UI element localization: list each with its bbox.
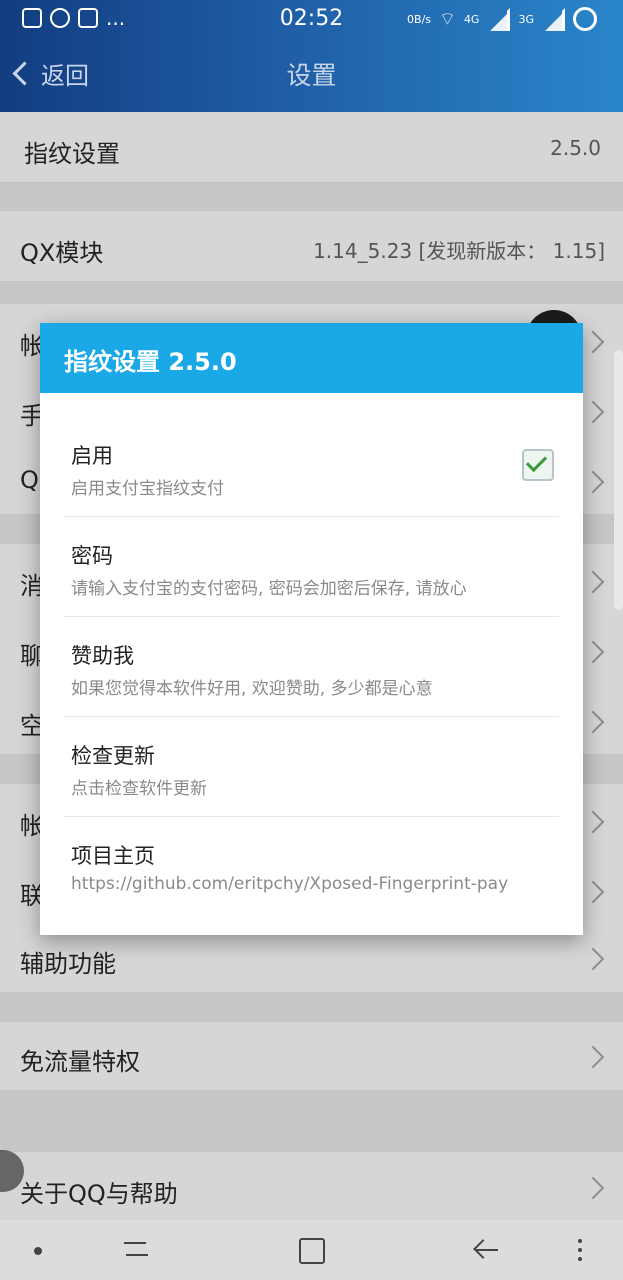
row-label: Q — [20, 466, 39, 494]
home-icon[interactable] — [299, 1238, 325, 1264]
dialog-item-enable[interactable]: 启用 启用支付宝指纹支付 — [64, 416, 559, 517]
item-title: 启用 — [71, 444, 113, 468]
status-bar: ... 02:52 0B/s ⌔ 4G 3G — [0, 0, 623, 38]
nav-dot-icon[interactable] — [34, 1247, 42, 1255]
dialog-title: 指纹设置 2.5.0 — [64, 348, 237, 376]
dialog-header: 指纹设置 2.5.0 — [40, 323, 583, 393]
net-4g-label: 4G — [463, 12, 480, 26]
dialog-item-homepage[interactable]: 项目主页 https://github.com/eritpchy/Xposed-… — [64, 816, 559, 916]
signal-icon-2 — [542, 7, 565, 31]
row-label: 关于QQ与帮助 — [20, 1180, 178, 1208]
item-title: 项目主页 — [71, 844, 155, 868]
wifi-icon: ⌔ — [439, 8, 456, 30]
dialog-item-check-update[interactable]: 检查更新 点击检查软件更新 — [64, 716, 559, 817]
row-value: 1.14_5.23 [发现新版本： 1.15] — [313, 239, 605, 263]
item-subtitle: https://github.com/eritpchy/Xposed-Finge… — [71, 874, 509, 894]
item-title: 赞助我 — [71, 644, 134, 668]
chevron-right-icon — [581, 1045, 605, 1069]
settings-row-fingerprint[interactable]: 指纹设置 2.5.0 — [0, 112, 623, 183]
row-label: 免流量特权 — [20, 1048, 140, 1076]
chevron-right-icon — [581, 710, 605, 734]
system-nav-bar — [0, 1220, 623, 1280]
page-title: 设置 — [286, 61, 337, 90]
chevron-right-icon — [581, 1176, 605, 1200]
chevron-right-icon — [581, 570, 605, 594]
chevron-right-icon — [581, 470, 605, 494]
chevron-right-icon — [581, 330, 605, 354]
row-label: QX模块 — [20, 239, 104, 267]
chevron-right-icon — [581, 947, 605, 971]
item-subtitle: 请输入支付宝的支付密码, 密码会加密后保存, 请放心 — [71, 579, 467, 599]
net-speed: 0B/s — [407, 12, 432, 26]
chevron-right-icon — [581, 400, 605, 424]
chevron-right-icon — [581, 880, 605, 904]
net-3g-label: 3G — [518, 12, 534, 26]
app-header: 返回 设置 — [0, 38, 623, 112]
section-gap — [0, 1090, 623, 1152]
scrollbar[interactable] — [614, 350, 623, 610]
chevron-right-icon — [581, 640, 605, 664]
row-label: 指纹设置 — [24, 140, 120, 168]
dialog-item-password[interactable]: 密码 请输入支付宝的支付密码, 密码会加密后保存, 请放心 — [64, 516, 559, 617]
recent-apps-icon[interactable] — [124, 1239, 150, 1259]
settings-row-about[interactable]: 关于QQ与帮助 — [0, 1152, 623, 1220]
item-title: 密码 — [71, 544, 113, 568]
item-subtitle: 点击检查软件更新 — [71, 779, 207, 799]
status-right-icons: 0B/s ⌔ 4G 3G — [407, 7, 597, 31]
row-label: 辅助功能 — [20, 950, 116, 978]
settings-row-qx-module[interactable]: QX模块 1.14_5.23 [发现新版本： 1.15] — [0, 211, 623, 282]
section-gap — [0, 282, 623, 304]
section-gap — [0, 992, 623, 1022]
item-subtitle: 如果您觉得本软件好用, 欢迎赞助, 多少都是心意 — [71, 679, 433, 699]
settings-row-free-data[interactable]: 免流量特权 — [0, 1022, 623, 1091]
back-arrow-icon[interactable] — [472, 1238, 498, 1262]
dialog-item-donate[interactable]: 赞助我 如果您觉得本软件好用, 欢迎赞助, 多少都是心意 — [64, 616, 559, 717]
item-title: 检查更新 — [71, 744, 155, 768]
section-gap — [0, 183, 623, 211]
item-subtitle: 启用支付宝指纹支付 — [71, 479, 224, 499]
more-vert-icon[interactable] — [578, 1239, 582, 1261]
chevron-right-icon — [581, 810, 605, 834]
fingerprint-settings-dialog: 指纹设置 2.5.0 启用 启用支付宝指纹支付 密码 请输入支付宝的支付密码, … — [40, 323, 583, 935]
signal-icon — [487, 7, 511, 31]
enable-checkbox[interactable] — [522, 449, 554, 481]
sync-ring-icon — [573, 7, 597, 31]
row-value: 2.5.0 — [550, 136, 601, 160]
